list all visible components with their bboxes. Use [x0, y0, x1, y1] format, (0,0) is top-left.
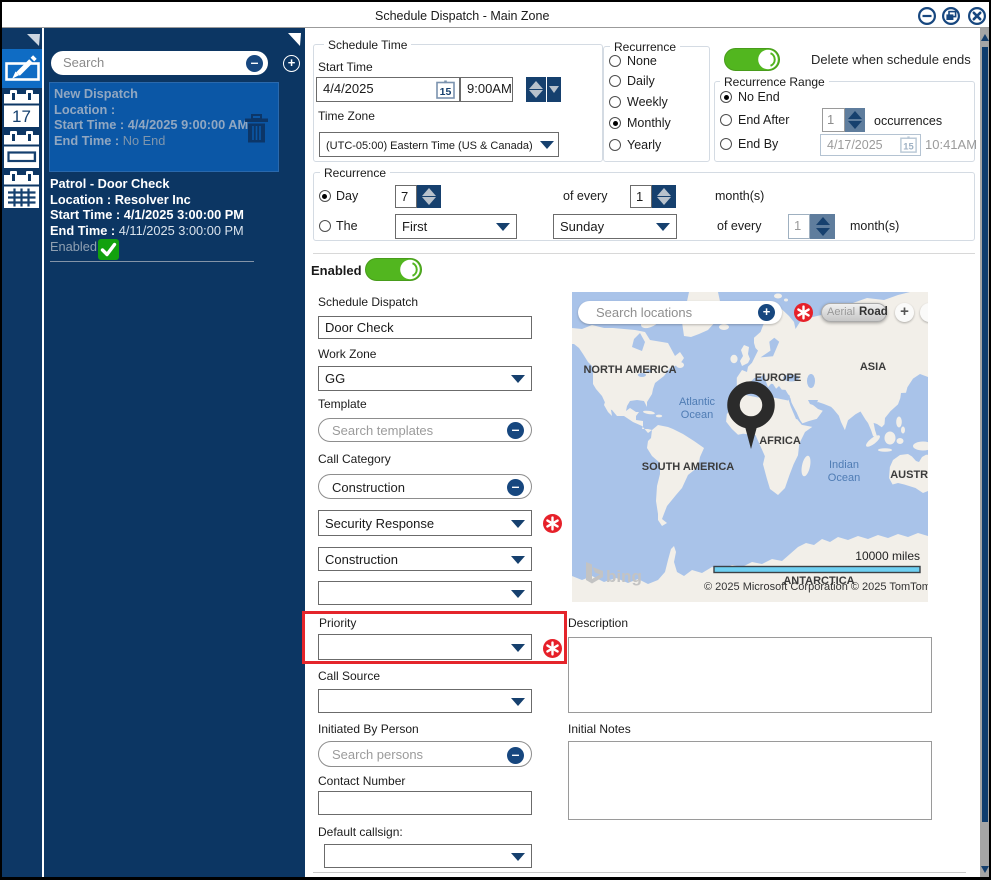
svg-text:15: 15 — [440, 86, 452, 98]
svg-text:Atlantic: Atlantic — [679, 396, 716, 408]
svg-text:15: 15 — [903, 140, 913, 151]
svg-text:EUROPE: EUROPE — [755, 372, 801, 384]
svg-text:Ocean: Ocean — [828, 472, 860, 484]
svg-text:Ocean: Ocean — [681, 409, 713, 421]
svg-text:© 2025 Microsoft Corporation: © 2025 Microsoft Corporation © 2025 TomT… — [704, 581, 928, 593]
svg-text:SOUTH AMERICA: SOUTH AMERICA — [642, 461, 735, 473]
svg-text:17: 17 — [12, 107, 31, 126]
svg-text:10000 miles: 10000 miles — [855, 549, 920, 563]
svg-text:ASIA: ASIA — [860, 361, 886, 373]
svg-text:AUSTRALIA: AUSTRALIA — [890, 469, 928, 481]
svg-text:bing: bing — [606, 567, 642, 586]
svg-text:Indian: Indian — [829, 459, 859, 471]
svg-text:NORTH AMERICA: NORTH AMERICA — [583, 364, 676, 376]
svg-text:AFRICA: AFRICA — [759, 435, 801, 447]
